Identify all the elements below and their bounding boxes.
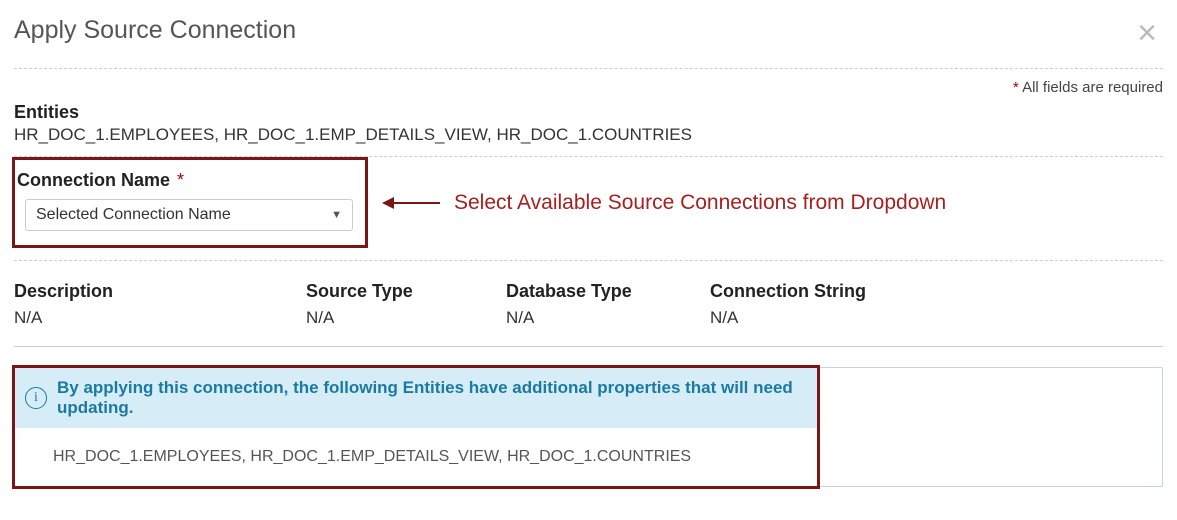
description-value: N/A <box>14 308 306 328</box>
dialog-header: Apply Source Connection × <box>14 16 1163 69</box>
arrow-line-icon <box>384 202 440 204</box>
connection-string-label: Connection String <box>710 281 1010 302</box>
col-connection-string: Connection String N/A <box>710 281 1010 328</box>
info-highlight-box: i By applying this connection, the follo… <box>12 365 820 489</box>
col-source-type: Source Type N/A <box>306 281 506 328</box>
info-body-entities: HR_DOC_1.EMPLOYEES, HR_DOC_1.EMP_DETAILS… <box>15 428 817 486</box>
connection-dropdown-value: Selected Connection Name <box>36 206 231 224</box>
entities-label: Entities <box>14 102 1163 123</box>
required-note-text: All fields are required <box>1019 79 1163 96</box>
info-header: i By applying this connection, the follo… <box>15 368 817 428</box>
connection-highlight-box: Connection Name * Selected Connection Na… <box>12 157 368 248</box>
chevron-down-icon: ▼ <box>331 209 342 221</box>
annotation-text: Select Available Source Connections from… <box>454 191 946 215</box>
database-type-label: Database Type <box>506 281 710 302</box>
dialog-title: Apply Source Connection <box>14 16 296 45</box>
info-panel: i By applying this connection, the follo… <box>14 367 1163 487</box>
info-message: By applying this connection, the followi… <box>57 378 807 418</box>
entities-value: HR_DOC_1.EMPLOYEES, HR_DOC_1.EMP_DETAILS… <box>14 125 1163 145</box>
connection-name-label: Connection Name * <box>17 170 353 191</box>
connection-details-table: Description N/A Source Type N/A Database… <box>14 269 1163 347</box>
col-description: Description N/A <box>14 281 306 328</box>
info-icon: i <box>25 387 47 409</box>
required-fields-note: * All fields are required <box>14 79 1163 96</box>
connection-required-asterisk: * <box>177 170 184 190</box>
connection-name-dropdown[interactable]: Selected Connection Name ▼ <box>25 199 353 231</box>
close-icon[interactable]: × <box>1131 16 1163 50</box>
connection-name-label-text: Connection Name <box>17 170 170 190</box>
col-database-type: Database Type N/A <box>506 281 710 328</box>
database-type-value: N/A <box>506 308 710 328</box>
connection-row: Connection Name * Selected Connection Na… <box>14 157 1163 261</box>
connection-string-value: N/A <box>710 308 1010 328</box>
source-type-value: N/A <box>306 308 506 328</box>
source-type-label: Source Type <box>306 281 506 302</box>
annotation-arrow: Select Available Source Connections from… <box>384 191 946 215</box>
description-label: Description <box>14 281 306 302</box>
